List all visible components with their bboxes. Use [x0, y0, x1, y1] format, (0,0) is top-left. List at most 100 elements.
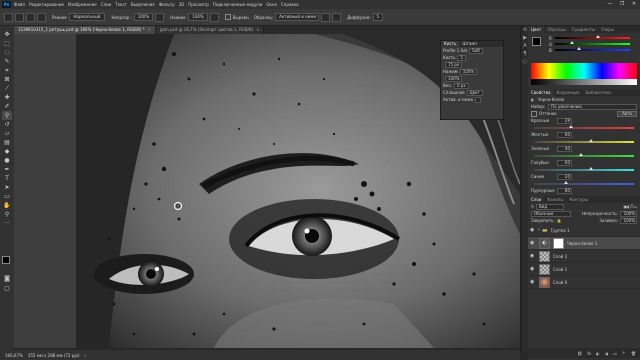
- visibility-eye-icon[interactable]: ◉: [530, 240, 536, 246]
- status-arrow-icon[interactable]: ›: [85, 353, 87, 358]
- bw-slider[interactable]: Синие 20: [528, 173, 640, 180]
- row-value[interactable]: [475, 96, 482, 103]
- menu-file[interactable]: Файл: [14, 2, 25, 7]
- tab-libraries[interactable]: Библиотеки: [583, 89, 614, 96]
- tab-clone-source[interactable]: Штамп: [459, 41, 480, 47]
- slider-value[interactable]: 20: [557, 173, 572, 180]
- tab-document-1[interactable]: 1539810315_1 ретушь.psd @ 166% (Черно-бе…: [14, 26, 156, 34]
- minimize-button[interactable]: —: [604, 0, 616, 9]
- mode-dropdown[interactable]: Нормальный: [69, 13, 106, 21]
- menu-view[interactable]: Просмотр: [188, 2, 209, 7]
- menu-filter[interactable]: Фильтр: [159, 2, 175, 7]
- menu-image[interactable]: Изображение: [68, 2, 97, 7]
- app-logo[interactable]: Ps: [2, 1, 11, 8]
- menu-help[interactable]: Справка: [281, 2, 299, 7]
- bw-slider[interactable]: Пурпурные 80: [528, 187, 640, 194]
- row-value[interactable]: Цвет: [466, 89, 483, 96]
- menu-3d[interactable]: 3D: [179, 2, 185, 7]
- layer-opacity-field[interactable]: 100%: [620, 210, 637, 217]
- hand-tool-icon[interactable]: ✋: [2, 201, 12, 210]
- tab-paths[interactable]: Контуры: [566, 196, 590, 203]
- layer-style-icon[interactable]: fx: [587, 351, 591, 356]
- auto-button[interactable]: Авто: [617, 110, 637, 117]
- tint-checkbox[interactable]: [531, 110, 537, 117]
- ignore-adjustment-icon[interactable]: [321, 12, 331, 22]
- type-tool-icon[interactable]: T: [2, 174, 12, 183]
- tab-channels[interactable]: Каналы: [544, 196, 566, 203]
- crop-tool-icon[interactable]: ⌗: [2, 66, 12, 75]
- more-tools-icon[interactable]: ···: [2, 219, 12, 228]
- layer-mask-thumbnail[interactable]: [553, 237, 564, 249]
- diffusion-field[interactable]: 5: [372, 13, 384, 21]
- layer-row[interactable]: ◉ › ▬ Группа 1: [528, 224, 640, 237]
- brush-preset-icon[interactable]: [15, 12, 24, 22]
- slider-value[interactable]: 40: [557, 145, 572, 152]
- pen-tool-icon[interactable]: ✒: [2, 165, 12, 174]
- bw-slider[interactable]: Голубые 60: [528, 159, 640, 166]
- slider-value[interactable]: 60: [557, 131, 572, 138]
- sample-dropdown[interactable]: Активный и ниже: [275, 13, 320, 21]
- filter-search-icon[interactable]: ⚲: [531, 204, 534, 209]
- new-adjustment-icon[interactable]: ◑: [605, 351, 609, 356]
- row-value[interactable]: Soft: [469, 47, 483, 54]
- bw-slider-track[interactable]: [528, 138, 640, 145]
- menu-select[interactable]: Выделение: [131, 2, 155, 7]
- screen-mode-icon[interactable]: ▢: [2, 284, 12, 293]
- path-select-tool-icon[interactable]: ➤: [2, 183, 12, 192]
- trash-icon[interactable]: 🗑: [631, 351, 636, 356]
- close-button[interactable]: ✕: [628, 0, 640, 9]
- close-tab-icon[interactable]: ×: [148, 27, 151, 32]
- move-tool-icon[interactable]: ✥: [2, 30, 12, 39]
- quick-mask-icon[interactable]: ◙: [2, 274, 12, 283]
- preset-dropdown[interactable]: По умолчанию: [548, 103, 637, 110]
- eyedropper-tool-icon[interactable]: ⁄: [2, 84, 12, 93]
- color-spectrum-bar[interactable]: [531, 63, 637, 79]
- tab-swatches[interactable]: Образцы: [544, 26, 569, 33]
- healing-tool-icon[interactable]: ✚: [2, 93, 12, 102]
- layer-row[interactable]: ◉ Слой 1: [528, 263, 640, 276]
- bw-slider[interactable]: Желтые 60: [528, 131, 640, 138]
- bw-slider-track[interactable]: [528, 152, 640, 159]
- foreground-color-swatch[interactable]: [2, 256, 10, 264]
- row-value[interactable]: 100%: [459, 68, 478, 75]
- tab-patterns[interactable]: Узоры: [598, 26, 617, 33]
- bw-slider[interactable]: Красные 29: [528, 117, 640, 124]
- layer-row[interactable]: ◉ Слой 2: [528, 250, 640, 263]
- row-value[interactable]: 5: [457, 54, 466, 61]
- brush-settings-icon[interactable]: [26, 12, 35, 22]
- tool-preset-icon[interactable]: [4, 12, 13, 22]
- marquee-tool-icon[interactable]: ⬚: [2, 39, 12, 48]
- brush-tool-icon[interactable]: ✐: [2, 102, 12, 111]
- row-value[interactable]: 100%: [445, 75, 463, 82]
- zoom-level[interactable]: 166,67%: [5, 353, 23, 358]
- chevron-right-icon[interactable]: ›: [538, 227, 540, 233]
- aligned-checkbox[interactable]: [224, 14, 231, 20]
- tab-color[interactable]: Цвет: [528, 26, 545, 33]
- filter-shape-icon[interactable]: ▭: [633, 204, 637, 209]
- zoom-tool-icon[interactable]: ⚲: [2, 210, 12, 219]
- tab-adjustments[interactable]: Коррекция: [554, 89, 583, 96]
- close-tab-icon[interactable]: ×: [256, 27, 259, 32]
- layer-filter-dropdown[interactable]: Вид: [535, 203, 564, 210]
- maximize-button[interactable]: ❐: [616, 0, 628, 9]
- dodge-tool-icon[interactable]: ●: [2, 156, 12, 165]
- new-layer-icon[interactable]: ＋: [622, 350, 626, 356]
- opacity-field[interactable]: 100%: [133, 13, 154, 21]
- row-value[interactable]: 0 px: [454, 82, 469, 89]
- foreground-color-chip[interactable]: [532, 37, 541, 46]
- tab-brush[interactable]: Кисть: [441, 41, 460, 47]
- row-value[interactable]: 75 px: [445, 61, 463, 68]
- menu-plugins[interactable]: Подключаемые модули: [213, 2, 263, 7]
- slider-value[interactable]: 29: [557, 117, 572, 124]
- slider-value[interactable]: 80: [557, 187, 572, 194]
- visibility-eye-icon[interactable]: ◉: [530, 253, 536, 259]
- grayscale-bar[interactable]: [531, 79, 637, 85]
- gradient-tool-icon[interactable]: ▤: [2, 138, 12, 147]
- add-mask-icon[interactable]: ◐: [596, 351, 600, 356]
- bw-slider-track[interactable]: [528, 124, 640, 131]
- slider-value[interactable]: 60: [557, 159, 572, 166]
- tab-layers[interactable]: Слои: [528, 196, 545, 203]
- tab-document-2[interactable]: gam.psd @ 16,7% (Экспорт цветов 1, RGB/8…: [155, 26, 265, 34]
- bw-slider[interactable]: Зеленые 40: [528, 145, 640, 152]
- blend-mode-dropdown[interactable]: Обычные: [531, 210, 571, 217]
